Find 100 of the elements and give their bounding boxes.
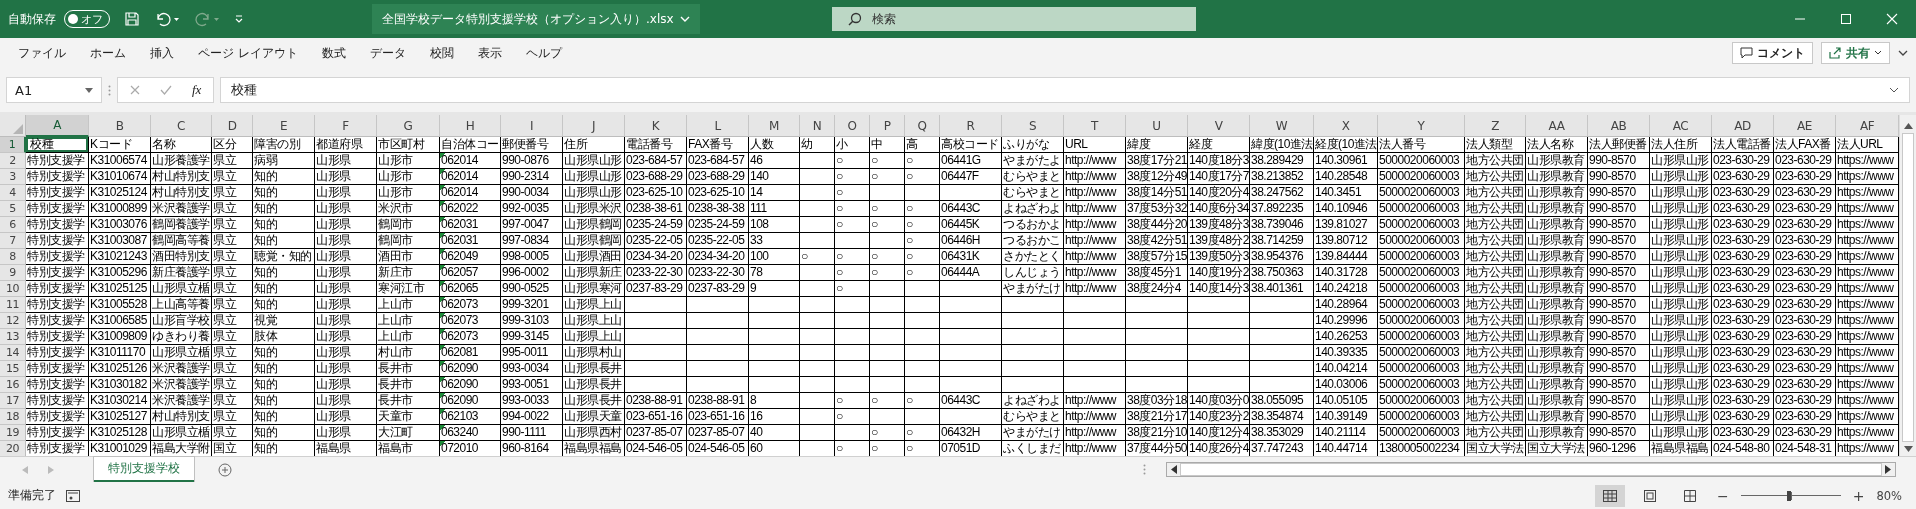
name-box[interactable]: A1 [6, 77, 102, 103]
column-header[interactable]: P [870, 115, 905, 137]
scrollbar-thumb[interactable] [1180, 463, 1882, 476]
row-header[interactable]: 8 [0, 249, 26, 265]
row-header[interactable]: 20 [0, 441, 26, 457]
share-button[interactable]: 共有 [1821, 42, 1890, 64]
column-header[interactable]: AA [1526, 115, 1588, 137]
table-cell: ○ [905, 425, 940, 441]
scroll-up-icon[interactable] [1903, 123, 1913, 129]
ribbon-tab[interactable]: ホーム [78, 40, 138, 66]
splitter-icon[interactable] [108, 84, 111, 96]
column-header[interactable]: O [835, 115, 870, 137]
column-header[interactable]: AD [1712, 115, 1774, 137]
ribbon-tab[interactable]: 表示 [465, 40, 514, 66]
column-header[interactable]: L [687, 115, 749, 137]
table-cell: 06432H [940, 425, 1002, 441]
insert-function-button[interactable]: fx [192, 82, 202, 98]
row-header[interactable]: 3 [0, 169, 26, 185]
scroll-down-icon[interactable] [1903, 446, 1913, 452]
normal-view-button[interactable] [1594, 484, 1625, 507]
column-header[interactable]: I [501, 115, 563, 137]
row-header[interactable]: 13 [0, 329, 26, 345]
macro-record-icon[interactable] [66, 489, 80, 502]
column-header[interactable]: Z [1465, 115, 1526, 137]
row-header[interactable]: 16 [0, 377, 26, 393]
row-header[interactable]: 12 [0, 313, 26, 329]
column-header[interactable]: B [89, 115, 151, 137]
column-header[interactable]: A [26, 115, 89, 137]
caret-icon[interactable] [679, 15, 690, 23]
column-header[interactable]: K [625, 115, 687, 137]
column-header[interactable]: J [563, 115, 625, 137]
expand-icon[interactable] [1889, 87, 1899, 93]
add-sheet-icon[interactable] [218, 462, 232, 477]
column-header[interactable]: T [1064, 115, 1126, 137]
row-header[interactable]: 2 [0, 153, 26, 169]
row-header[interactable]: 7 [0, 233, 26, 249]
row-header[interactable]: 10 [0, 281, 26, 297]
checkmark-icon[interactable] [160, 85, 172, 95]
column-header[interactable]: W [1250, 115, 1314, 137]
row-header[interactable]: 5 [0, 201, 26, 217]
column-header[interactable]: E [253, 115, 315, 137]
row-header[interactable]: 9 [0, 265, 26, 281]
ribbon-tab[interactable]: ヘルプ [513, 40, 574, 66]
zoom-level[interactable]: 80% [1876, 488, 1902, 503]
column-header[interactable]: AE [1774, 115, 1836, 137]
close-icon[interactable] [1886, 13, 1898, 25]
splitter-icon[interactable] [1143, 464, 1146, 475]
row-header[interactable]: 4 [0, 185, 26, 201]
column-header[interactable]: AB [1588, 115, 1650, 137]
column-header[interactable]: Q [905, 115, 940, 137]
column-header[interactable]: X [1314, 115, 1378, 137]
save-icon[interactable] [124, 11, 140, 27]
undo-icon[interactable] [154, 11, 180, 27]
column-header[interactable]: H [440, 115, 501, 137]
row-header[interactable]: 15 [0, 361, 26, 377]
scroll-right-icon[interactable] [1885, 465, 1891, 474]
column-header[interactable]: V [1188, 115, 1250, 137]
row-header[interactable]: 11 [0, 297, 26, 313]
maximize-icon[interactable] [1840, 13, 1852, 25]
customize-caret-icon[interactable] [234, 14, 244, 24]
column-header[interactable]: S [1002, 115, 1064, 137]
formula-field[interactable]: 校種 [220, 77, 1910, 103]
column-header[interactable]: C [151, 115, 212, 137]
zoom-out-button[interactable]: − [1714, 487, 1731, 504]
zoom-in-button[interactable]: + [1850, 487, 1867, 504]
row-header[interactable]: 14 [0, 345, 26, 361]
ribbon-tab[interactable]: データ [357, 40, 418, 66]
column-header[interactable]: G [377, 115, 440, 137]
row-header[interactable]: 17 [0, 393, 26, 409]
table-cell: 知的 [253, 345, 315, 361]
table-cell: 山形県立楯 [151, 281, 212, 297]
empty-cell [1250, 297, 1314, 313]
row-header[interactable]: 6 [0, 217, 26, 233]
search-field[interactable]: 検索 [831, 7, 1196, 31]
row-header[interactable]: 1 [0, 137, 26, 153]
column-header[interactable]: Y [1378, 115, 1465, 137]
comment-button[interactable]: コメント [1732, 42, 1813, 64]
column-header[interactable]: M [749, 115, 800, 137]
ribbon-tab[interactable]: ファイル [6, 40, 78, 66]
ribbon-tab[interactable]: ページ レイアウト [186, 40, 310, 66]
column-header[interactable]: R [940, 115, 1002, 137]
scrollbar-thumb[interactable] [1902, 133, 1914, 442]
column-header[interactable]: AF [1836, 115, 1899, 137]
table-cell: 139度48分2 [1188, 233, 1250, 249]
sheet-tab[interactable]: 特別支援学校 [94, 457, 194, 482]
column-header[interactable]: AC [1650, 115, 1712, 137]
row-header[interactable]: 18 [0, 409, 26, 425]
ribbon-tab[interactable]: 数式 [309, 40, 358, 66]
column-header[interactable]: N [800, 115, 835, 137]
ribbon-tab[interactable]: 校閲 [417, 40, 466, 66]
empty-cell [870, 297, 905, 313]
ribbon-tab[interactable]: 挿入 [138, 40, 186, 66]
document-title[interactable]: 全国学校データ特別支援学校（オプション入り）.xlsx [372, 4, 700, 34]
collapse-ribbon-icon[interactable] [1898, 49, 1908, 57]
row-header[interactable]: 19 [0, 425, 26, 441]
column-header[interactable]: D [212, 115, 253, 137]
zoom-slider[interactable] [1740, 488, 1841, 503]
scroll-left-icon[interactable] [1171, 465, 1177, 474]
column-header[interactable]: F [315, 115, 377, 137]
column-header[interactable]: U [1126, 115, 1188, 137]
